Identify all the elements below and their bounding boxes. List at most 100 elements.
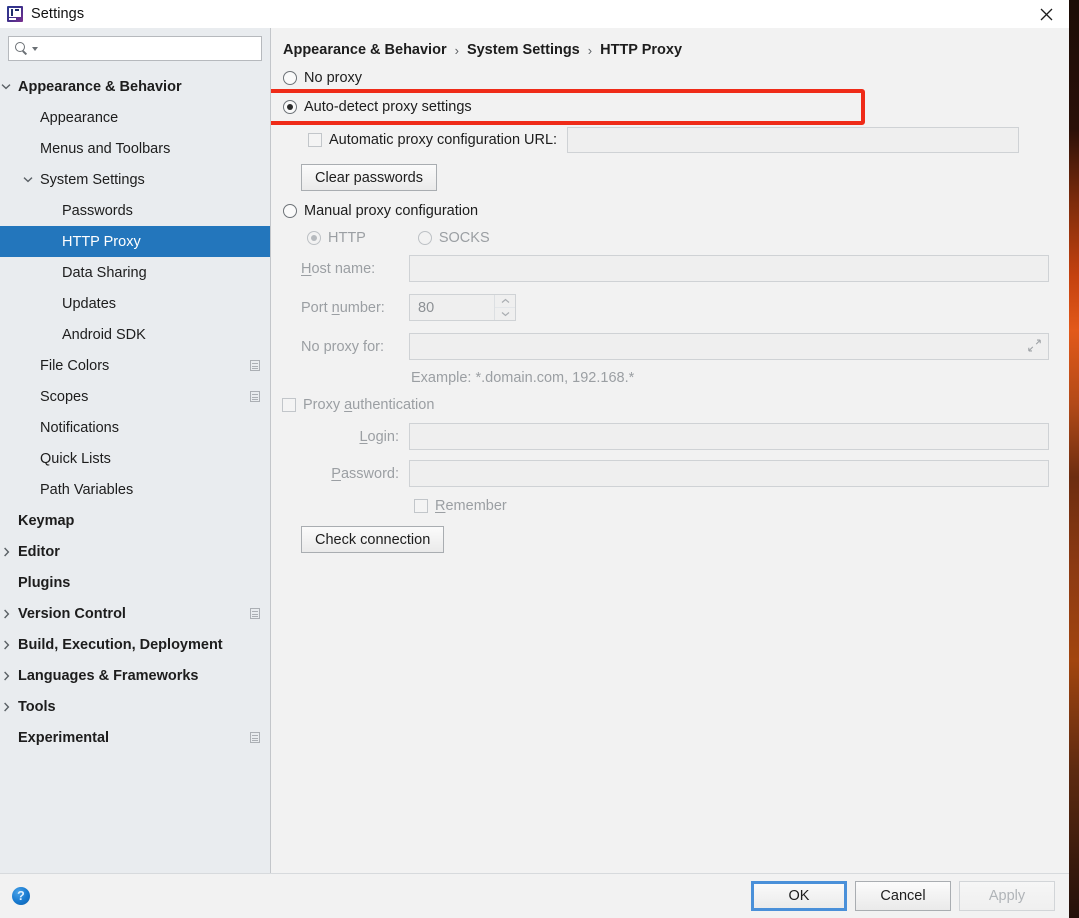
sidebar-item-plugins[interactable]: Plugins — [0, 567, 270, 598]
auto-detect-proxy-settings-radio[interactable] — [283, 100, 297, 114]
search-input[interactable] — [42, 40, 255, 57]
close-icon[interactable] — [1023, 0, 1069, 28]
sidebar-item-label: Quick Lists — [40, 450, 111, 467]
sidebar-item-label: Build, Execution, Deployment — [18, 636, 223, 653]
chevron-right-icon[interactable] — [0, 606, 14, 622]
sidebar-item-label: Editor — [18, 543, 60, 560]
sidebar-item-label: Appearance & Behavior — [18, 78, 182, 95]
http-protocol-label: HTTP — [328, 230, 366, 246]
host-name-input[interactable] — [409, 255, 1049, 282]
chevron-up-icon[interactable] — [495, 295, 515, 308]
sidebar-item-menus-and-toolbars[interactable]: Menus and Toolbars — [0, 133, 270, 164]
ok-button[interactable]: OK — [751, 881, 847, 911]
socks-protocol-radio[interactable] — [417, 231, 432, 245]
chevron-right-icon[interactable] — [0, 544, 14, 560]
apply-button[interactable]: Apply — [959, 881, 1055, 911]
sidebar-item-http-proxy[interactable]: HTTP Proxy — [0, 226, 270, 257]
password-input[interactable] — [409, 460, 1049, 487]
auto-config-url-row: Automatic proxy configuration URL: — [271, 127, 1059, 153]
breadcrumb-item-http-proxy: HTTP Proxy — [600, 42, 683, 58]
chevron-down-icon[interactable] — [32, 46, 38, 51]
sidebar-item-label: Path Variables — [40, 481, 134, 498]
sidebar-item-experimental[interactable]: Experimental — [0, 722, 270, 753]
socks-protocol-label: SOCKS — [438, 230, 490, 246]
sidebar-item-editor[interactable]: Editor — [0, 536, 270, 567]
auto-detect-proxy-settings-label: Auto-detect proxy settings — [304, 99, 472, 115]
port-number-stepper[interactable] — [494, 295, 515, 320]
sidebar-item-path-variables[interactable]: Path Variables — [0, 474, 270, 505]
remember-checkbox[interactable] — [414, 499, 428, 513]
auto-detect-proxy-settings-row[interactable]: Auto-detect proxy settings — [271, 99, 1059, 115]
login-label: Login: — [359, 428, 399, 445]
dialog-actions: OK Cancel Apply — [751, 881, 1055, 911]
sidebar-item-file-colors[interactable]: File Colors — [0, 350, 270, 381]
project-scope-icon — [249, 731, 262, 744]
chevron-down-icon[interactable] — [495, 308, 515, 320]
no-proxy-for-input[interactable] — [409, 333, 1049, 360]
sidebar-item-passwords[interactable]: Passwords — [0, 195, 270, 226]
manual-proxy-configuration-row[interactable]: Manual proxy configuration — [271, 203, 1059, 219]
cancel-button[interactable]: Cancel — [855, 881, 951, 911]
no-proxy-for-label: No proxy for: — [301, 338, 384, 355]
breadcrumb-item-system-settings[interactable]: System Settings — [467, 42, 580, 58]
sidebar-item-tools[interactable]: Tools — [0, 691, 270, 722]
auto-config-url-checkbox[interactable] — [308, 133, 322, 147]
settings-dialog: Settings Appearance & Behavior Appearance… — [0, 0, 1069, 918]
sidebar-item-version-control[interactable]: Version Control — [0, 598, 270, 629]
chevron-right-icon[interactable] — [0, 637, 14, 653]
desktop-wallpaper-sliver — [1069, 0, 1079, 918]
sidebar-item-build-execution-deployment[interactable]: Build, Execution, Deployment — [0, 629, 270, 660]
manual-proxy-configuration-radio[interactable] — [283, 204, 297, 218]
dialog-button-bar: ? OK Cancel Apply — [0, 873, 1069, 918]
chevron-right-icon[interactable] — [0, 668, 14, 684]
project-scope-icon — [249, 607, 262, 620]
auto-config-url-label: Automatic proxy configuration URL: — [329, 132, 558, 148]
sidebar-item-system-settings[interactable]: System Settings — [0, 164, 270, 195]
http-protocol-radio[interactable] — [307, 231, 321, 245]
auto-config-url-input[interactable] — [567, 127, 1020, 153]
sidebar-item-data-sharing[interactable]: Data Sharing — [0, 257, 270, 288]
sidebar-item-label: HTTP Proxy — [62, 233, 141, 250]
check-connection-button[interactable]: Check connection — [301, 526, 445, 553]
port-number-spinner[interactable]: 80 — [409, 294, 516, 321]
sidebar-item-label: Passwords — [62, 202, 133, 219]
sidebar-item-android-sdk[interactable]: Android SDK — [0, 319, 270, 350]
sidebar-item-appearance-behavior[interactable]: Appearance & Behavior — [0, 71, 270, 102]
no-proxy-row[interactable]: No proxy — [271, 70, 1059, 86]
sidebar-item-quick-lists[interactable]: Quick Lists — [0, 443, 270, 474]
no-proxy-radio[interactable] — [283, 71, 297, 85]
sidebar-item-label: Plugins — [18, 574, 71, 591]
proxy-authentication-checkbox[interactable] — [282, 398, 296, 412]
sidebar-item-appearance[interactable]: Appearance — [0, 102, 270, 133]
chevron-down-icon[interactable] — [20, 172, 36, 188]
sidebar-item-notifications[interactable]: Notifications — [0, 412, 270, 443]
remember-row: Remember — [271, 498, 1059, 514]
port-number-label: Port number: — [301, 299, 385, 316]
sidebar-item-keymap[interactable]: Keymap — [0, 505, 270, 536]
chevron-down-icon[interactable] — [0, 79, 14, 95]
sidebar-item-label: Tools — [18, 698, 56, 715]
clear-passwords-row: Clear passwords — [271, 164, 1059, 191]
clear-passwords-button[interactable]: Clear passwords — [301, 164, 437, 191]
login-input[interactable] — [409, 423, 1049, 450]
search-box[interactable] — [8, 36, 262, 61]
port-number-value: 80 — [418, 299, 435, 316]
help-icon[interactable]: ? — [12, 887, 30, 905]
chevron-right-icon[interactable] — [0, 699, 14, 715]
sidebar-item-updates[interactable]: Updates — [0, 288, 270, 319]
sidebar-item-scopes[interactable]: Scopes — [0, 381, 270, 412]
breadcrumb-item-appearance-behavior[interactable]: Appearance & Behavior — [283, 42, 447, 58]
sidebar-item-label: Version Control — [18, 605, 126, 622]
login-row: Login: — [271, 423, 1059, 450]
sidebar-item-languages-frameworks[interactable]: Languages & Frameworks — [0, 660, 270, 691]
sidebar-item-label: Data Sharing — [62, 264, 147, 281]
sidebar-item-label: Notifications — [40, 419, 119, 436]
expand-icon[interactable] — [1028, 339, 1041, 355]
